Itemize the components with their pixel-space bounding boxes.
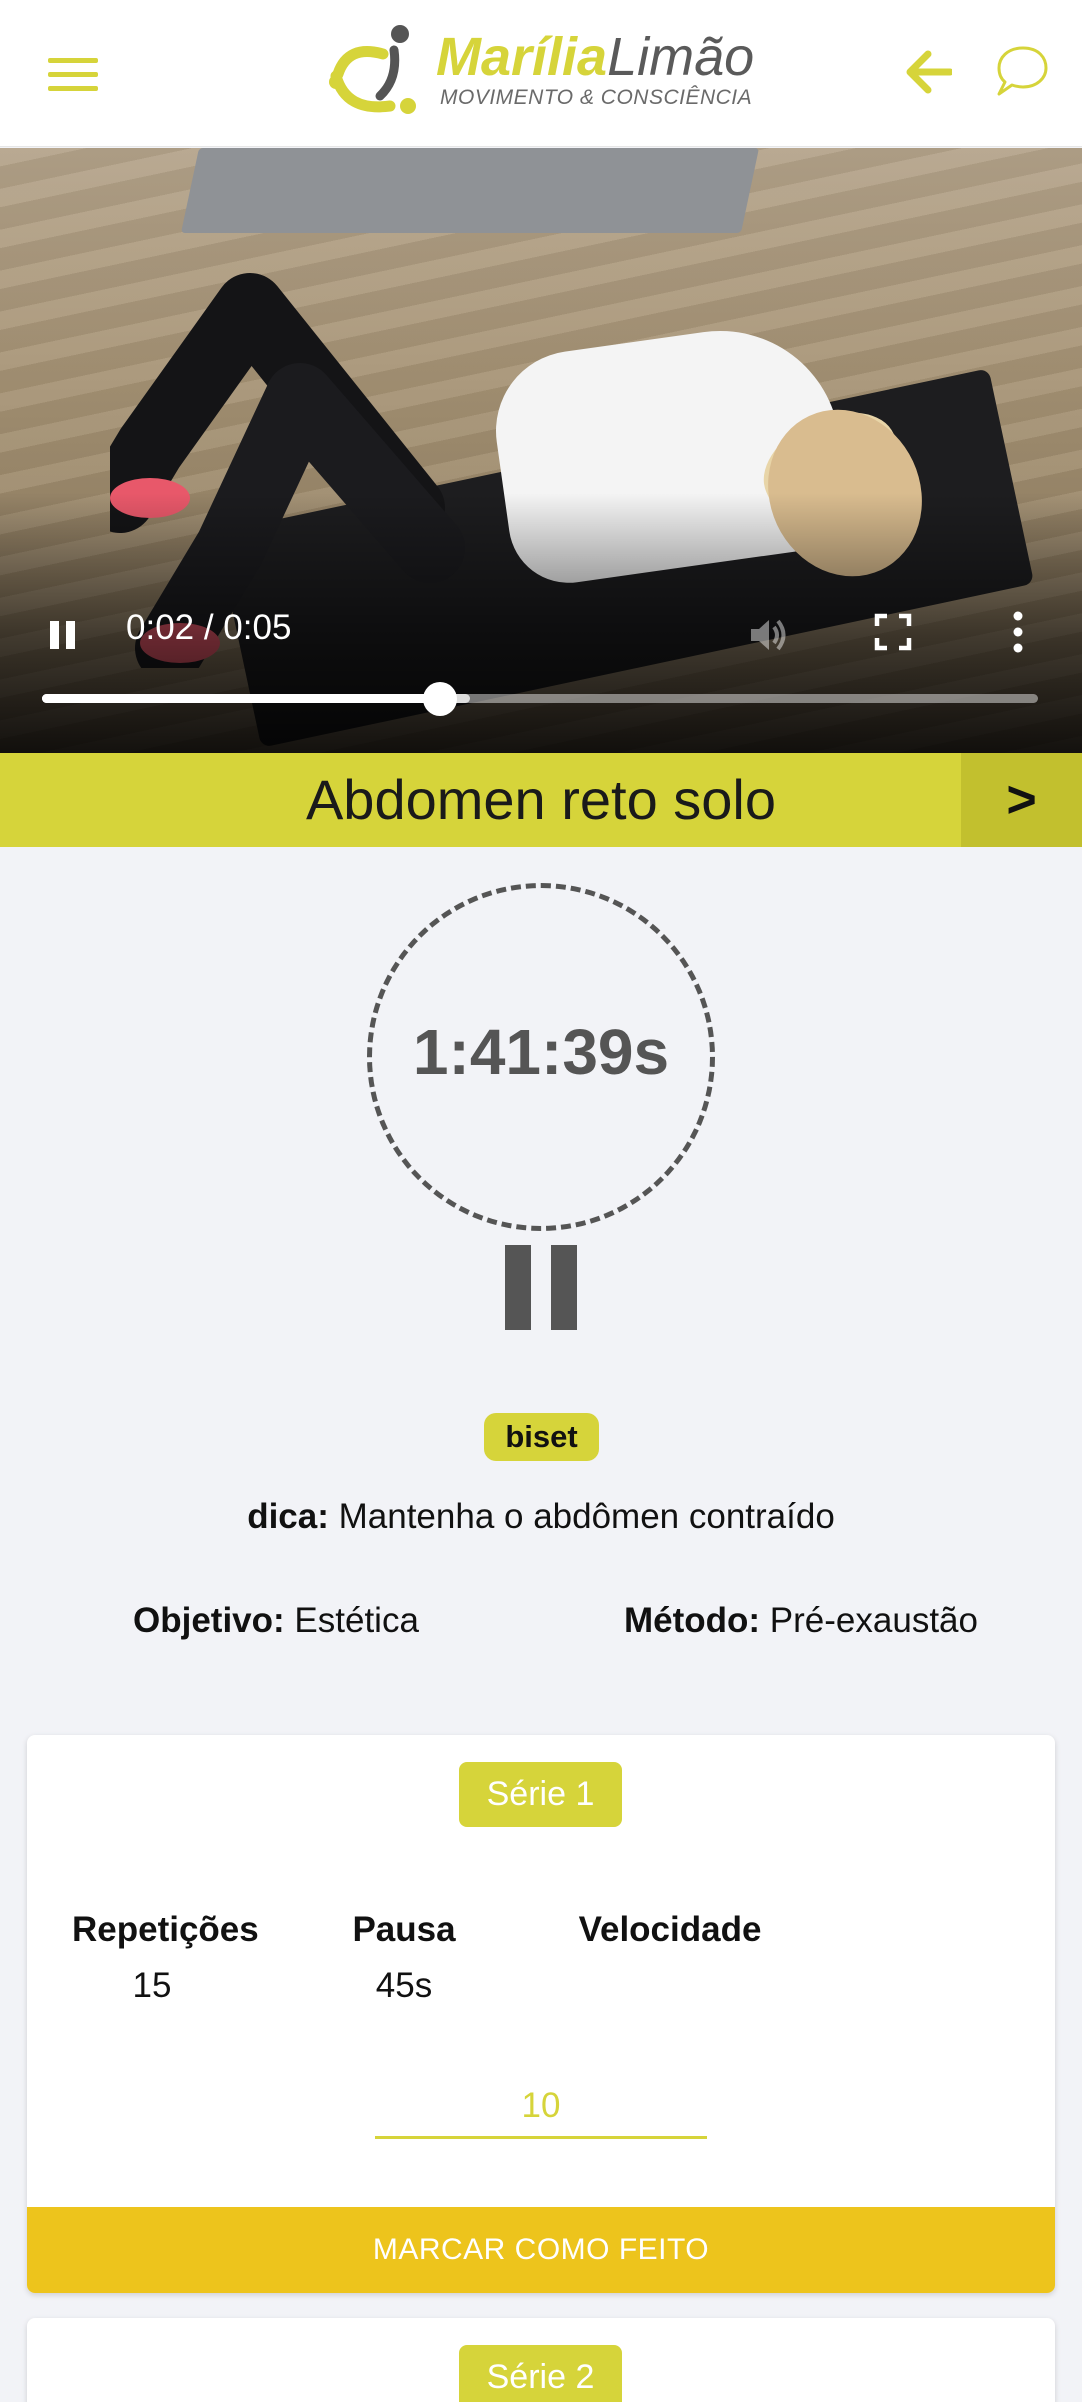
arrow-left-icon[interactable] [904,50,952,94]
series-label: Série 2 [459,2345,622,2402]
tip-text: Mantenha o abdômen contraído [328,1497,835,1536]
more-vert-icon[interactable] [1004,610,1032,654]
video-time: 0:02 / 0:05 [126,608,292,647]
hamburger-menu-icon[interactable] [48,58,98,92]
speed-header: Velocidade [578,1910,762,1949]
video-bench [180,148,760,233]
method-info: Método: Pré-exaustão [624,1601,978,1641]
volume-icon[interactable] [745,612,791,658]
exercise-title-bar: Abdomen reto solo > [0,753,1082,847]
goal-info: Objetivo: Estética [133,1601,419,1641]
goal-value: Estética [284,1601,419,1640]
logo-wordmark: MaríliaLimão [436,27,755,87]
tip-label: dica: [247,1497,329,1536]
reps-header: Repetições [72,1910,259,1949]
video-pause-icon[interactable] [46,617,80,651]
series-label: Série 1 [459,1762,622,1827]
series-card: Série 1 Repetições 15 Pausa 45s Velocida… [27,1735,1055,2293]
rest-value: 45s [375,1966,433,2005]
fullscreen-icon[interactable] [873,612,913,652]
video-played-bar [42,694,441,703]
timer-value: 1:41:39s [412,1016,670,1088]
app-header: MaríliaLimão MOVIMENTO & CONSCIÊNCIA [0,0,1082,147]
video-player[interactable]: 0:02 / 0:05 [0,148,1082,753]
exercise-tip: dica: Mantenha o abdômen contraído [0,1497,1082,1537]
timer-pause-icon[interactable] [505,1245,577,1330]
reps-value: 15 [132,1966,172,2005]
exercise-type-badge: biset [484,1413,599,1461]
brand-logo: MaríliaLimão MOVIMENTO & CONSCIÊNCIA [328,24,758,124]
mark-as-done-button[interactable]: MARCAR COMO FEITO [27,2207,1055,2293]
rest-header: Pausa [352,1910,456,1949]
goal-label: Objetivo: [133,1601,285,1640]
load-input[interactable] [375,2075,707,2139]
exercise-title: Abdomen reto solo [305,768,777,831]
method-value: Pré-exaustão [760,1601,978,1640]
reps-column: Repetições 15 [72,1910,259,2006]
speed-column: Velocidade [575,1910,765,1966]
rest-column: Pausa 45s [349,1910,459,2006]
logo-mark-icon [329,25,416,114]
logo-tagline: MOVIMENTO & CONSCIÊNCIA [440,86,753,109]
method-label: Método: [624,1601,761,1640]
next-exercise-button[interactable]: > [961,753,1082,847]
video-progress-bar[interactable] [42,682,1038,716]
series-card: Série 2 [27,2318,1055,2402]
chat-bubble-icon[interactable] [993,44,1049,100]
